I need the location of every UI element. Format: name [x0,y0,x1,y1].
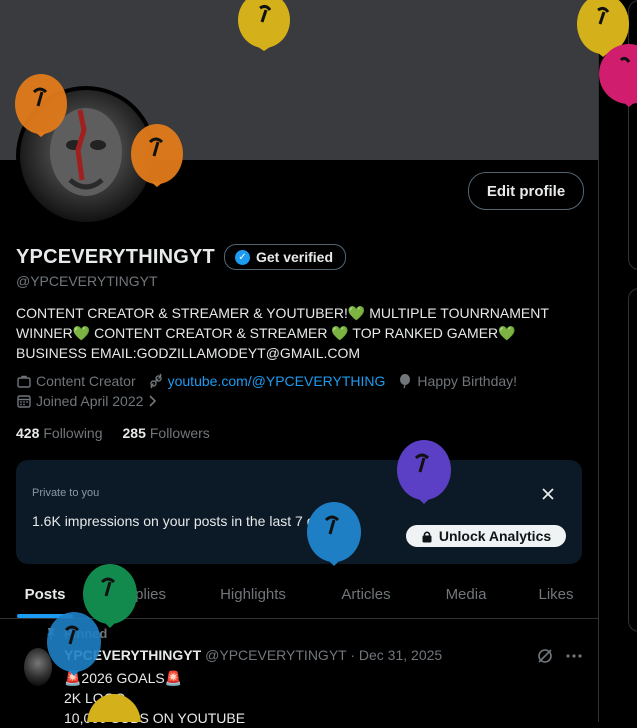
profile-category: Content Creator [16,373,136,389]
website-link[interactable]: youtube.com/@YPCEVERYTHING [168,373,386,389]
balloon-decoration [15,74,67,137]
category-label: Content Creator [36,373,136,389]
more-icon[interactable] [564,647,584,665]
following-count: 428 [16,425,40,441]
profile-bio: CONTENT CREATOR & STREAMER & YOUTUBER!💚 … [16,303,582,363]
followers-label: Followers [149,425,210,441]
sidebar-card-bottom [628,288,637,632]
calendar-icon [17,395,31,408]
link-icon [149,373,162,389]
balloon-decoration [397,440,451,504]
joined-item: Joined April 2022 [16,393,163,409]
tab-label: Posts [24,585,66,603]
unlock-analytics-button[interactable]: Unlock Analytics [406,525,566,547]
tab-posts[interactable]: Posts [0,570,90,618]
tab-articles[interactable]: Articles [314,570,418,618]
bio-line: CONTENT CREATOR & STREAMER & YOUTUBER!💚 … [16,305,549,321]
followers-link[interactable]: 285 Followers [123,425,210,441]
tab-label: Highlights [220,585,286,603]
bio-line: WINNER💚 CONTENT CREATOR & STREAMER 💚 TOP… [16,325,516,341]
lock-icon [422,531,432,542]
profile-name-row: YPCEVERYTHINGYT ✓ Get verified [16,244,346,270]
unlock-label: Unlock Analytics [438,528,552,544]
tab-media[interactable]: Media [418,570,514,618]
post-actions [536,647,584,665]
profile-meta: Content Creator youtube.com/@YPCEVERYTHI… [16,373,529,389]
post-header: YPCEVERYTHINGYT @YPCEVERYTINGYT · Dec 31… [64,647,442,663]
private-label: Private to you [32,487,100,499]
balloon-decoration [307,502,361,566]
profile-website[interactable]: youtube.com/@YPCEVERYTHING [148,373,386,389]
impressions-text: 1.6K impressions on your posts in the la… [32,513,337,529]
joined-label: Joined April 2022 [36,393,144,409]
balloon-decoration [599,44,637,107]
close-icon[interactable] [540,486,556,502]
get-verified-label: Get verified [255,249,333,265]
balloon-decoration [87,694,141,722]
profile-name: YPCEVERYTHINGYT [16,245,215,268]
tab-label: Articles [341,585,391,603]
bio-line: BUSINESS EMAIL:GODZILLAMODEYT@GMAIL.COM [16,345,361,361]
birthday-label: Happy Birthday! [417,373,518,389]
profile-joined: Joined April 2022 [16,393,175,409]
balloon-icon [400,374,411,389]
verified-check-icon: ✓ [234,249,250,265]
get-verified-button[interactable]: ✓ Get verified [223,244,346,270]
tab-highlights[interactable]: Highlights [192,570,314,618]
balloon-decoration [131,124,183,187]
analytics-card: Private to you 1.6K impressions on your … [16,460,582,564]
followers-count: 285 [122,425,146,441]
tab-label: Media [445,585,487,603]
following-label: Following [43,425,103,441]
tab-label: Likes [538,585,574,603]
grok-icon[interactable] [536,647,554,665]
balloon-decoration [47,612,101,676]
post-meta: @YPCEVERYTINGYT · Dec 31, 2025 [205,647,443,663]
chevron-right-icon[interactable] [147,394,159,408]
tab-likes[interactable]: Likes [514,570,598,618]
briefcase-icon [17,375,31,388]
balloon-decoration [238,0,290,51]
edit-profile-button[interactable]: Edit profile [468,172,584,210]
following-link[interactable]: 428 Following [16,425,103,441]
profile-handle: @YPCEVERYTINGYT [16,273,158,289]
follow-counts: 428 Following 285 Followers [16,425,230,441]
profile-birthday: Happy Birthday! [397,373,517,389]
